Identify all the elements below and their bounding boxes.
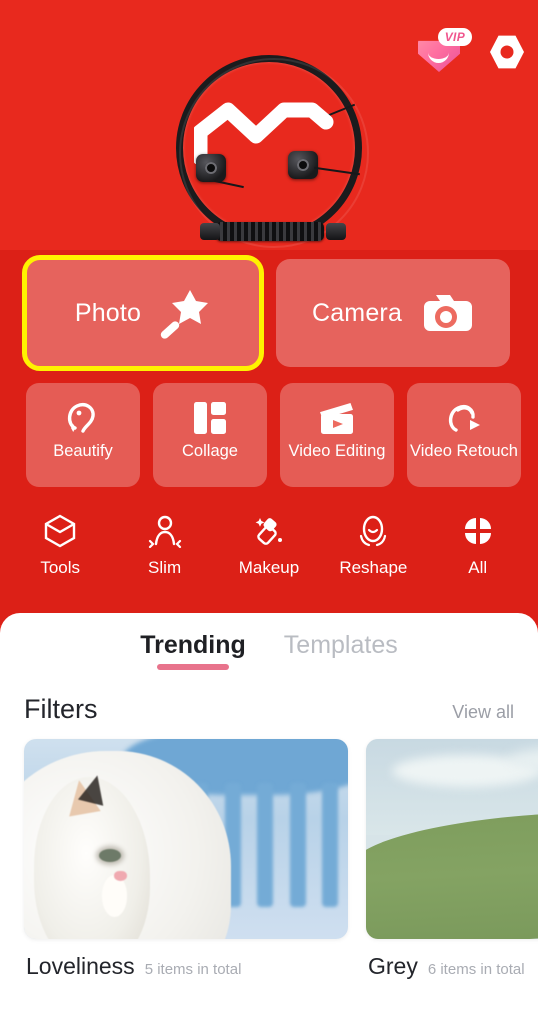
camera-icon [418,291,474,335]
nav-item-reshape[interactable]: Reshape [324,513,422,578]
person-slim-icon [148,513,182,549]
filters-section-header: Filters View all [0,672,538,725]
video-editing-button[interactable]: Video Editing [280,383,394,487]
nav-item-all[interactable]: All [429,513,527,578]
tab-active-underline [157,664,230,670]
cat-eye-shape [99,848,122,862]
video-retouch-label: Video Retouch [410,442,518,460]
nav-label-reshape: Reshape [339,558,408,577]
beautify-label: Beautify [53,442,113,460]
secondary-action-row: Beautify Collage Video Editing Video Ret… [26,383,521,487]
cable-clamp-right [288,151,318,179]
camera-button-label: Camera [311,298,403,327]
collage-label: Collage [182,442,238,460]
vip-label: VIP [437,28,472,46]
clapperboard-play-icon [317,396,357,440]
chair-bar [257,783,274,907]
nav-item-makeup[interactable]: Makeup [220,513,318,578]
collage-grid-icon [192,396,228,440]
filter-card-meta: Loveliness 5 items in total [24,939,348,980]
collage-button[interactable]: Collage [153,383,267,487]
vip-badge-button[interactable]: VIP [418,28,472,76]
magic-wand-icon [157,286,211,340]
filter-card-count: 5 items in total [144,961,242,978]
tool-nav-row: Tools Slim Makeup Reshape All [0,513,538,578]
filter-card[interactable]: Grey 6 items in total [366,739,538,980]
video-editing-label: Video Editing [288,442,386,460]
cable-clamp-left [196,154,226,182]
cable-cap-left [200,223,220,240]
nav-item-tools[interactable]: Tools [11,513,109,578]
filter-card-count: 6 items in total [427,961,525,978]
filter-card[interactable]: Loveliness 5 items in total [24,739,348,980]
view-all-link[interactable]: View all [452,702,514,723]
face-play-icon [444,396,484,440]
cat-head-shape [34,771,151,939]
face-reshape-icon [356,513,390,549]
cat-ear-dark-shape [77,771,110,806]
cat-photo [24,739,348,939]
photo-button-label: Photo [74,298,142,327]
content-sheet: Trending Templates Filters View all Love… [0,613,538,1024]
filter-card-name: Grey [368,953,418,979]
app-root: VIP Photo Camera Beautify Collage Video … [0,0,538,1024]
grid-clover-icon [461,513,495,549]
nav-label-tools: Tools [40,558,81,577]
chair-bar [322,783,339,907]
cable-cap-right [326,223,346,240]
nav-label-all: All [468,558,488,577]
camera-button[interactable]: Camera [276,259,510,367]
field-photo [366,739,538,939]
photo-button[interactable]: Photo [22,255,264,371]
primary-action-row: Photo Camera [22,255,510,371]
beautify-face-icon [63,396,103,440]
filter-card-name: Loveliness [26,953,135,979]
beautify-button[interactable]: Beautify [26,383,140,487]
filter-card-meta: Grey 6 items in total [366,939,538,980]
tab-trending[interactable]: Trending [140,631,246,672]
action-panel: Photo Camera Beautify Collage Video Edit… [0,250,538,625]
hero-banner: VIP [0,0,538,255]
gear-icon[interactable] [490,35,524,69]
nav-label-makeup: Makeup [238,558,300,577]
filter-card-list[interactable]: Loveliness 5 items in total Grey 6 items… [0,725,538,980]
cat-muzzle-shape [101,875,128,917]
video-retouch-button[interactable]: Video Retouch [407,383,521,487]
tab-templates[interactable]: Templates [284,631,398,672]
gear-hole-shape [500,45,514,59]
vip-smile-shape [428,52,449,63]
cable-rib-shape [216,222,324,241]
lipstick-sparkle-icon [252,513,286,549]
filter-card-image[interactable] [366,739,538,939]
hexagon-box-icon [43,513,77,549]
nav-item-slim[interactable]: Slim [116,513,214,578]
top-bar: VIP [418,28,524,76]
chair-bar [289,783,306,907]
nav-label-slim: Slim [148,558,182,577]
tab-bar: Trending Templates [0,613,538,672]
filter-card-image[interactable] [24,739,348,939]
hero-product-image [154,50,384,248]
cat-nose-shape [114,871,128,882]
tab-trending-label: Trending [140,631,246,659]
section-title: Filters [24,694,98,724]
tab-templates-label: Templates [283,631,398,659]
